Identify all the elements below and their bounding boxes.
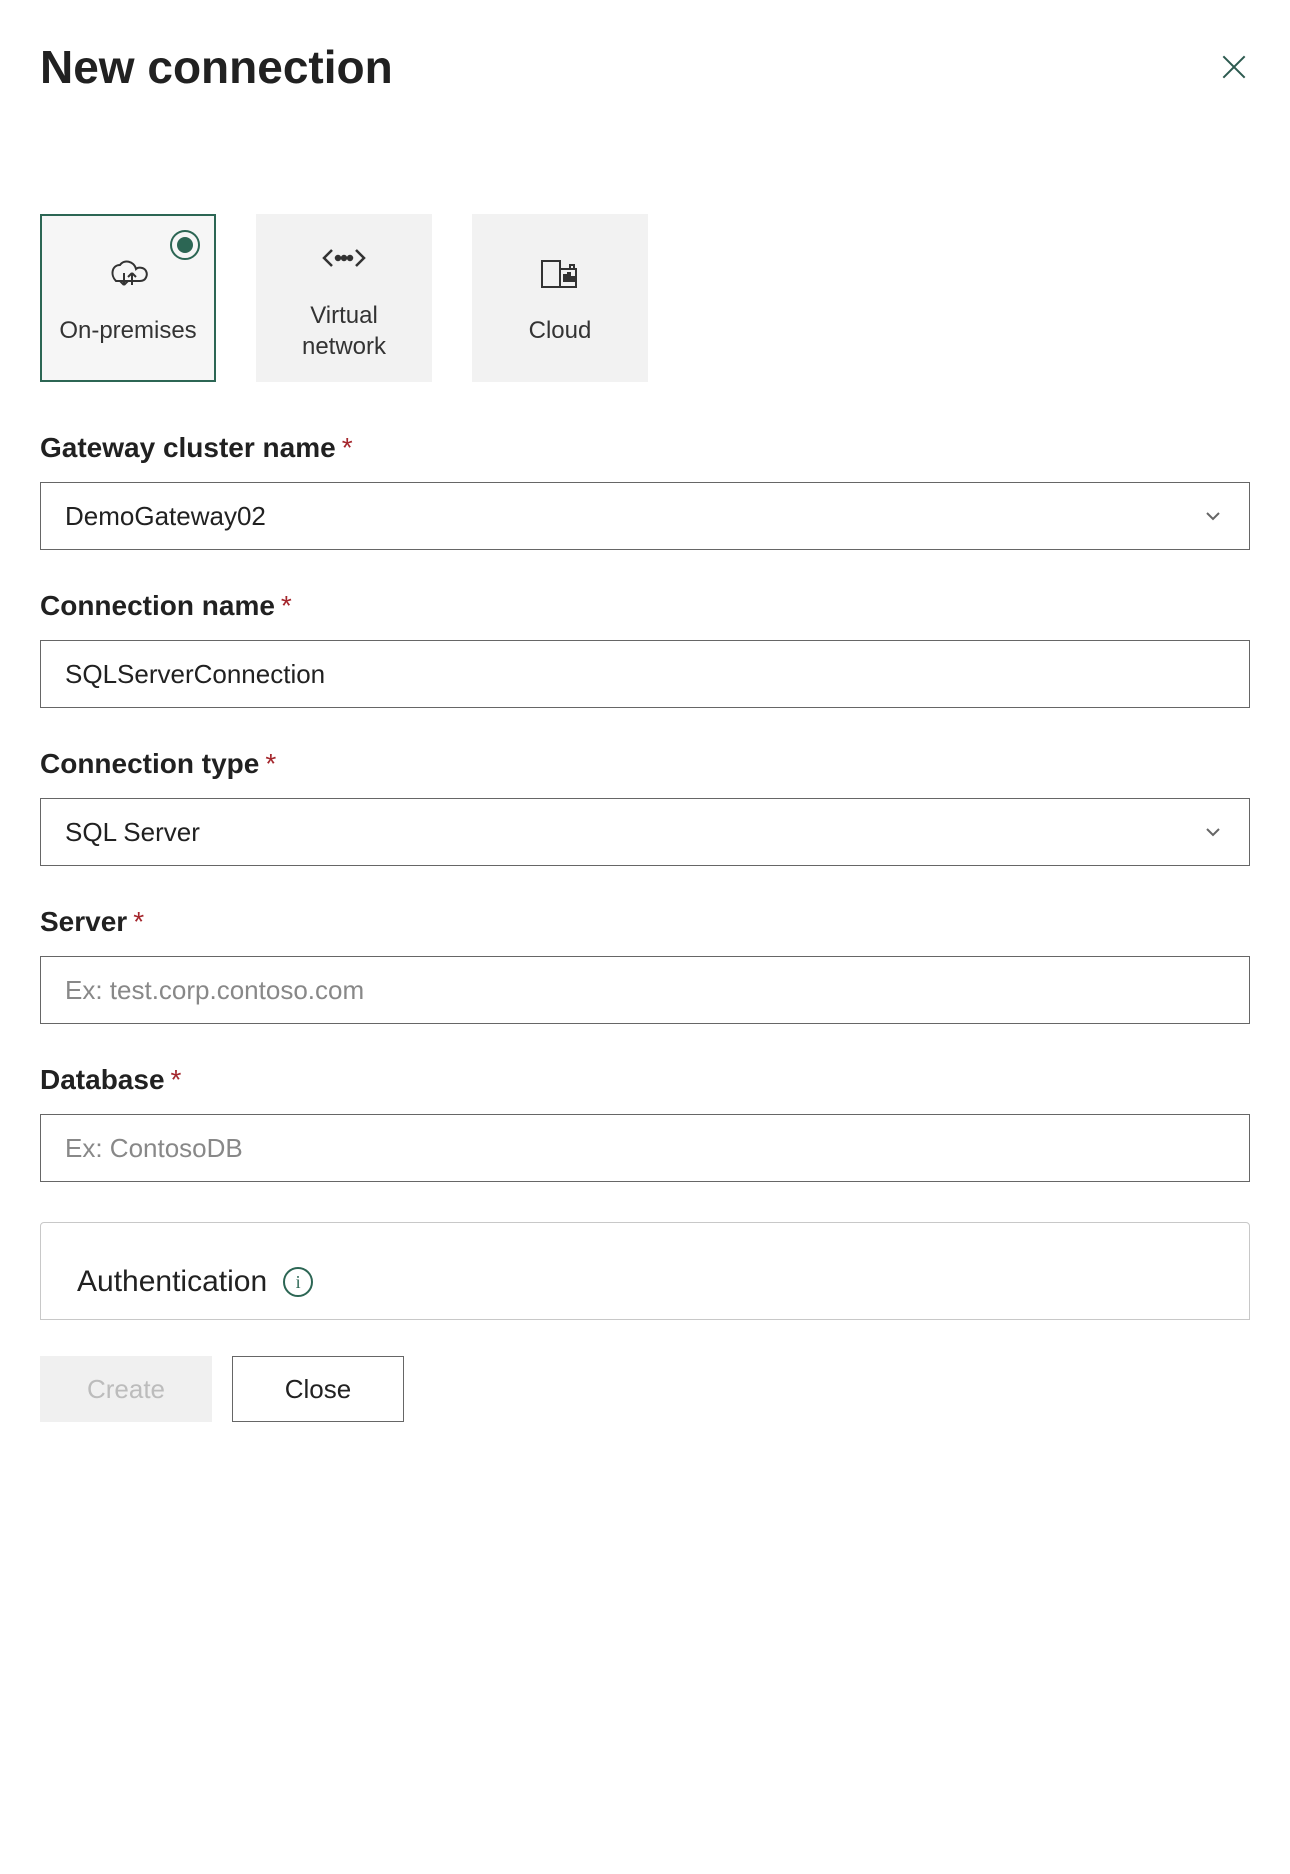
network-icon bbox=[320, 234, 368, 282]
cloud-sync-icon bbox=[104, 249, 152, 297]
database-input[interactable] bbox=[40, 1114, 1250, 1182]
tile-label: On-premises bbox=[59, 315, 196, 346]
radio-selected-icon bbox=[170, 230, 200, 260]
required-mark: * bbox=[342, 432, 353, 463]
page-title: New connection bbox=[40, 40, 393, 94]
server-input[interactable] bbox=[40, 956, 1250, 1024]
connection-type-tiles: On-premises Virtual network Clo bbox=[40, 214, 1250, 382]
select-value: DemoGateway02 bbox=[65, 501, 266, 532]
tile-label: Virtual network bbox=[266, 300, 422, 362]
required-mark: * bbox=[133, 906, 144, 937]
gateway-cluster-label: Gateway cluster name* bbox=[40, 432, 1250, 464]
connection-name-input[interactable] bbox=[40, 640, 1250, 708]
label-text: Gateway cluster name bbox=[40, 432, 336, 463]
server-label: Server* bbox=[40, 906, 1250, 938]
tile-label: Cloud bbox=[529, 315, 592, 346]
label-text: Server bbox=[40, 906, 127, 937]
label-text: Connection name bbox=[40, 590, 275, 621]
tile-on-premises[interactable]: On-premises bbox=[40, 214, 216, 382]
authentication-title: Authentication bbox=[77, 1265, 267, 1299]
required-mark: * bbox=[281, 590, 292, 621]
gateway-cluster-select[interactable]: DemoGateway02 bbox=[40, 482, 1250, 550]
info-icon[interactable]: i bbox=[283, 1267, 313, 1297]
cloud-db-icon bbox=[536, 249, 584, 297]
tile-virtual-network[interactable]: Virtual network bbox=[256, 214, 432, 382]
tile-cloud[interactable]: Cloud bbox=[472, 214, 648, 382]
required-mark: * bbox=[171, 1064, 182, 1095]
required-mark: * bbox=[265, 748, 276, 779]
close-button[interactable]: Close bbox=[232, 1356, 404, 1422]
close-icon[interactable] bbox=[1218, 51, 1250, 83]
chevron-down-icon bbox=[1201, 504, 1225, 528]
chevron-down-icon bbox=[1201, 820, 1225, 844]
select-value: SQL Server bbox=[65, 817, 200, 848]
connection-name-label: Connection name* bbox=[40, 590, 1250, 622]
connection-type-select[interactable]: SQL Server bbox=[40, 798, 1250, 866]
connection-type-label: Connection type* bbox=[40, 748, 1250, 780]
database-label: Database* bbox=[40, 1064, 1250, 1096]
label-text: Database bbox=[40, 1064, 165, 1095]
create-button: Create bbox=[40, 1356, 212, 1422]
label-text: Connection type bbox=[40, 748, 259, 779]
authentication-section: Authentication i bbox=[40, 1222, 1250, 1320]
